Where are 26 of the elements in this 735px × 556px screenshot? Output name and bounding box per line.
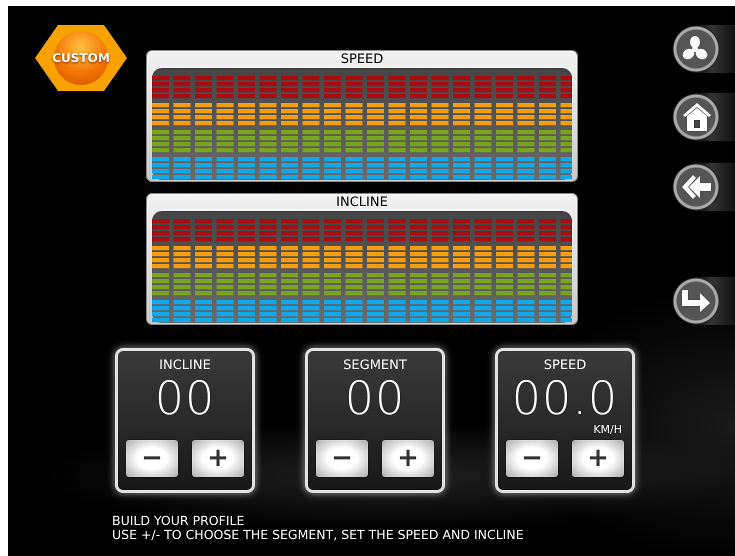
instruction-text: USE +/- TO CHOOSE THE SEGMENT, SET THE SPEED AND INCLINE xyxy=(112,528,525,542)
increase-button[interactable]: + xyxy=(572,440,624,477)
custom-badge: CUSTOM xyxy=(35,25,127,91)
panel-title: SPEED xyxy=(340,51,384,68)
fan-icon xyxy=(682,36,708,62)
decrease-button[interactable]: − xyxy=(316,440,368,477)
control-label: SEGMENT xyxy=(343,358,407,374)
instruction-text: BUILD YOUR PROFILE xyxy=(112,514,246,528)
control-label: SPEED xyxy=(544,358,586,374)
control-value: 00 xyxy=(154,374,216,422)
back-button[interactable] xyxy=(672,163,735,211)
back-icon xyxy=(682,174,712,200)
increase-button[interactable]: + xyxy=(382,440,434,477)
exit-arrow-icon xyxy=(682,290,710,312)
exit-button[interactable] xyxy=(672,277,735,325)
control-value: 00.0 xyxy=(512,374,618,422)
unit-label: KM/H xyxy=(593,422,622,438)
control-value: 00 xyxy=(344,374,406,422)
home-icon xyxy=(682,102,712,132)
increase-button[interactable]: + xyxy=(192,440,244,477)
panel-title: INCLINE xyxy=(336,194,388,211)
control-label: INCLINE xyxy=(159,358,211,374)
fan-button[interactable] xyxy=(672,25,735,73)
decrease-button[interactable]: − xyxy=(126,440,178,477)
home-button[interactable] xyxy=(672,93,735,141)
decrease-button[interactable]: − xyxy=(506,440,558,477)
